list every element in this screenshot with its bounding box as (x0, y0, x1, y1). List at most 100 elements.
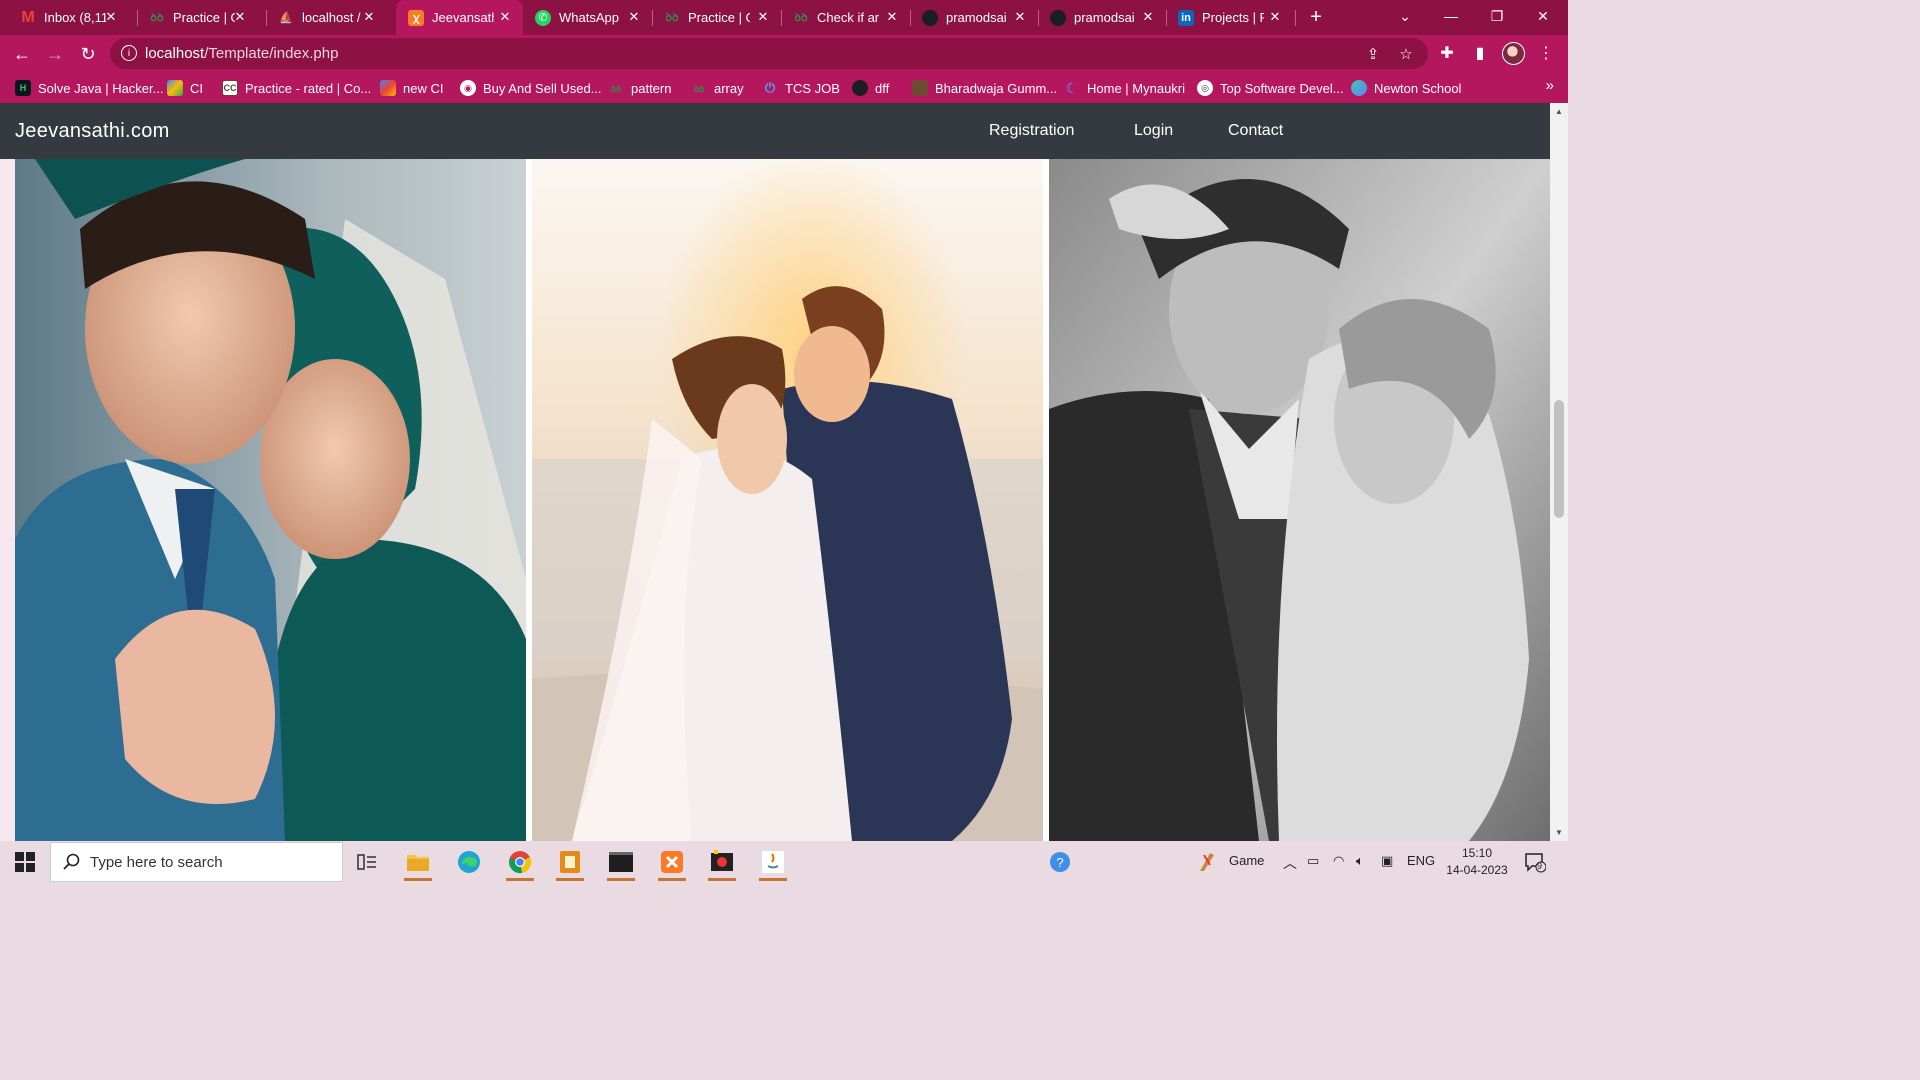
chrome-icon[interactable] (502, 846, 538, 881)
tab-github-1[interactable]: pramodsai ✕ (910, 0, 1038, 35)
tab-divider (1295, 10, 1296, 26)
running-indicator (658, 878, 686, 881)
bw-couple-photo (1049, 159, 1550, 841)
moon-icon: ☾ (1065, 79, 1079, 96)
xampp-taskbar-icon[interactable] (654, 846, 690, 881)
close-icon[interactable]: ✕ (232, 9, 248, 25)
bookmark-item[interactable]: ◎ Top Software Devel... (1197, 78, 1344, 98)
bookmark-item[interactable]: Newton School (1351, 78, 1461, 98)
tray-overflow-chevron-icon[interactable]: ︿ (1283, 853, 1297, 873)
wifi-icon[interactable]: ◠ (1333, 853, 1344, 869)
new-tab-plus-icon[interactable]: + (1305, 6, 1327, 28)
running-indicator (506, 878, 534, 881)
close-icon[interactable]: ✕ (361, 9, 377, 25)
display-settings-icon[interactable]: ▣ (1381, 853, 1393, 869)
tab-jeevansathi[interactable]: ꭓ Jeevansathi ✕ (396, 0, 523, 35)
tab-whatsapp[interactable]: ✆ WhatsApp ✕ (523, 0, 652, 35)
search-icon (63, 853, 80, 870)
codechef-icon: CC (222, 80, 238, 96)
close-icon[interactable]: ✕ (1267, 9, 1283, 25)
scroll-down-arrow-icon[interactable]: ▼ (1554, 827, 1564, 837)
colorful-cube-icon (167, 80, 183, 96)
bookmark-item[interactable]: new CI (380, 78, 443, 98)
bookmark-item[interactable]: dff (852, 78, 889, 98)
java-icon[interactable] (755, 846, 791, 881)
notepad-app-icon[interactable] (552, 846, 588, 881)
weather-label[interactable]: Game (1229, 853, 1264, 868)
file-explorer-icon[interactable] (400, 846, 436, 881)
close-icon[interactable]: ✕ (755, 9, 771, 25)
bookmark-item[interactable]: ꝺꝺ array (691, 78, 744, 98)
menu-kebab-icon[interactable]: ⋮ (1534, 41, 1558, 65)
photo-gallery (15, 159, 1550, 841)
bookmark-item[interactable]: CI (167, 78, 203, 98)
site-info-icon[interactable]: i (121, 45, 137, 61)
gfg-icon: ꝺꝺ (610, 83, 622, 94)
windows-start-icon[interactable] (15, 852, 35, 872)
share-icon[interactable]: ⇪ (1364, 45, 1382, 63)
close-window-icon[interactable]: ✕ (1520, 0, 1566, 32)
close-icon[interactable]: ✕ (103, 9, 119, 25)
scrollbar-thumb[interactable] (1554, 400, 1564, 518)
reload-icon[interactable]: ↻ (76, 42, 100, 66)
bookmark-item[interactable]: ◉ Buy And Sell Used... (460, 78, 602, 98)
bookmark-item[interactable]: CC Practice - rated | Co... (222, 78, 371, 98)
site-brand[interactable]: Jeevansathi.com (15, 120, 170, 143)
edge-browser-icon[interactable] (451, 846, 487, 878)
help-icon[interactable]: ? (1042, 846, 1078, 878)
close-icon[interactable]: ✕ (497, 9, 513, 25)
bookmark-item[interactable]: ☾ Home | Mynaukri (1064, 78, 1185, 98)
side-panel-icon[interactable]: ▮ (1468, 41, 1492, 65)
page-scrollbar[interactable]: ▲ ▼ (1550, 103, 1568, 841)
address-url[interactable]: localhost/Template/index.php (145, 45, 338, 62)
weather-game-icon[interactable] (1196, 849, 1220, 873)
tab-practice-gfg[interactable]: ꝺꝺ Practice | G ✕ (129, 0, 258, 35)
beach-sunset-couple-photo (532, 159, 1043, 841)
nav-registration-link[interactable]: Registration (989, 122, 1074, 140)
task-view-icon[interactable] (349, 846, 385, 878)
profile-avatar[interactable] (1502, 42, 1525, 65)
close-icon[interactable]: ✕ (626, 9, 642, 25)
tab-github-2[interactable]: pramodsai ✕ (1038, 0, 1166, 35)
extensions-puzzle-icon[interactable]: ✚ (1435, 41, 1459, 65)
nav-login-link[interactable]: Login (1134, 122, 1173, 140)
battery-icon[interactable]: ▭ (1307, 853, 1319, 869)
notification-center-icon[interactable]: 9 (1524, 851, 1546, 873)
bookmark-item[interactable]: H Solve Java | Hacker... (15, 78, 164, 98)
close-icon[interactable]: ✕ (884, 9, 900, 25)
bookmark-item[interactable]: ꝺꝺ pattern (608, 78, 672, 98)
terminal-icon[interactable] (603, 846, 639, 881)
running-indicator (404, 878, 432, 881)
browser-tab-strip: M Inbox (8,11 ✕ ꝺꝺ Practice | G ✕ ⛵ loca… (0, 0, 1568, 35)
tab-localhost[interactable]: ⛵ localhost / ✕ (258, 0, 387, 35)
bookmarks-overflow-chevron-icon[interactable]: » (1546, 77, 1554, 94)
close-icon[interactable]: ✕ (1012, 9, 1028, 25)
site-navbar: Jeevansathi.com Registration Login Conta… (0, 103, 1550, 159)
bookmark-item[interactable]: ⏻ TCS JOB (762, 78, 840, 98)
close-icon[interactable]: ✕ (1140, 9, 1156, 25)
minimize-icon[interactable]: — (1428, 0, 1474, 32)
taskbar-search-box[interactable]: Type here to search (50, 842, 343, 882)
taskbar-clock[interactable]: 15:10 14-04-2023 (1444, 845, 1510, 879)
colorful-cube-icon (380, 80, 396, 96)
svg-text:?: ? (1056, 855, 1063, 870)
tab-linkedin-projects[interactable]: in Projects | P ✕ (1166, 0, 1293, 35)
tab-inbox[interactable]: M Inbox (8,11 ✕ (0, 0, 129, 35)
globe-icon: ◉ (460, 80, 476, 96)
nav-contact-link[interactable]: Contact (1228, 122, 1283, 140)
restore-icon[interactable]: ❐ (1474, 0, 1520, 32)
bookmark-item[interactable]: Bharadwaja Gumm... (912, 78, 1057, 98)
tab-check-array[interactable]: ꝺꝺ Check if arr ✕ (781, 0, 910, 35)
newton-icon (1351, 80, 1367, 96)
tab-practice-gfg-2[interactable]: ꝺꝺ Practice | G ✕ (652, 0, 781, 35)
recorder-app-icon[interactable] (704, 846, 740, 881)
bookmark-star-icon[interactable]: ☆ (1397, 45, 1415, 63)
forward-arrow-icon[interactable]: → (43, 42, 67, 66)
back-arrow-icon[interactable]: ← (10, 42, 34, 66)
tab-search-chevron-icon[interactable]: ⌄ (1382, 0, 1428, 32)
volume-icon[interactable]: 🔈︎ (1356, 853, 1364, 869)
address-bar[interactable]: i localhost/Template/index.php ⇪ ☆ (110, 38, 1428, 69)
language-indicator[interactable]: ENG (1407, 853, 1435, 868)
running-indicator (759, 878, 787, 881)
scroll-up-arrow-icon[interactable]: ▲ (1554, 106, 1564, 116)
